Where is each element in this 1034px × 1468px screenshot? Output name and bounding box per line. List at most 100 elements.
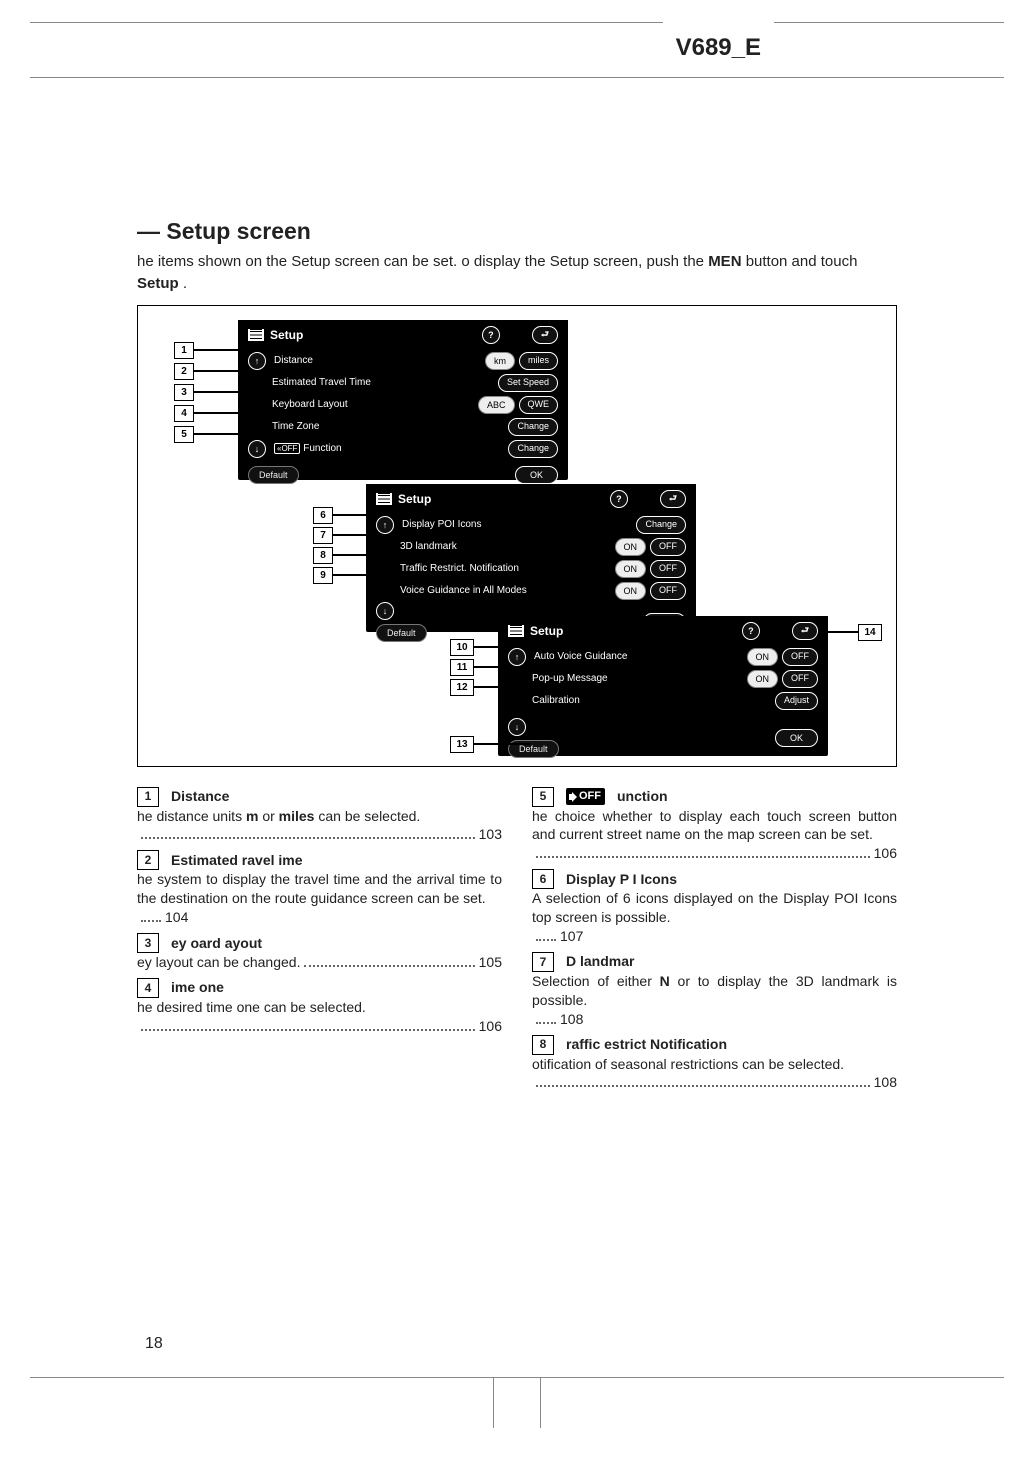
item-title: raffic estrict Notification <box>566 1035 727 1054</box>
row-label: Estimated Travel Time <box>272 377 490 388</box>
off-button[interactable]: OFF <box>782 670 818 688</box>
default-button[interactable]: Default <box>248 466 299 484</box>
item-number: 3 <box>137 933 159 953</box>
list-icon <box>248 329 264 341</box>
off-button[interactable]: OFF <box>650 582 686 600</box>
callout-12: 12 <box>450 679 540 696</box>
poi-change-button[interactable]: Change <box>636 516 686 534</box>
setup-row-voice: Voice Guidance in All Modes ON OFF <box>366 580 696 602</box>
off-button[interactable]: OFF <box>650 560 686 578</box>
item-title: Estimated ravel ime <box>171 851 303 870</box>
list-icon <box>508 625 524 637</box>
model-label: V689_E <box>663 21 774 75</box>
on-button[interactable]: ON <box>615 538 647 556</box>
description-columns: 1 Distance he distance units m or miles … <box>137 781 897 1093</box>
setup-row-calibration: Calibration Adjust <box>498 690 828 712</box>
qwe-button[interactable]: QWE <box>519 396 559 414</box>
row-label: Display POI Icons <box>402 519 628 530</box>
row-label: Auto Voice Guidance <box>534 651 739 662</box>
page-ref: 103 <box>137 825 502 844</box>
item-head-3: 3 ey oard ayout <box>137 933 502 953</box>
callout-13: 13 <box>450 736 530 753</box>
distance-miles-button[interactable]: miles <box>519 352 558 370</box>
item-body: Selection of either N or to display the … <box>532 972 897 1010</box>
item-number: 5 <box>532 787 554 807</box>
item-title: Display P I Icons <box>566 870 677 889</box>
timezone-change-button[interactable]: Change <box>508 418 558 436</box>
setup-row-poi: ↑ Display POI Icons Change <box>366 514 696 536</box>
item-body: he desired time one can be selected. <box>137 998 502 1017</box>
section-title: — Setup screen <box>137 218 897 245</box>
page-ref: 108 <box>532 1073 897 1092</box>
callout-4: 4 <box>174 405 282 422</box>
ok-button[interactable]: OK <box>775 729 818 747</box>
adjust-button[interactable]: Adjust <box>775 692 818 710</box>
off-button[interactable]: OFF <box>650 538 686 556</box>
item-title: ey oard ayout <box>171 934 262 953</box>
footer-rule <box>30 1377 1004 1428</box>
off-badge: «OFFOFF <box>566 788 605 805</box>
callout-11: 11 <box>450 659 540 676</box>
list-icon <box>376 493 392 505</box>
back-button[interactable]: ⮐ <box>660 490 686 508</box>
item-title: unction <box>617 787 668 806</box>
scroll-down-icon[interactable]: ↓ <box>508 718 526 736</box>
on-button[interactable]: ON <box>615 582 647 600</box>
back-button[interactable]: ⮐ <box>532 326 558 344</box>
callout-10: 10 <box>450 639 530 656</box>
row-label: Distance <box>274 355 477 366</box>
setup-row-keyboard: Keyboard Layout ABC QWE <box>238 394 568 416</box>
abc-button[interactable]: ABC <box>478 396 515 414</box>
item-body: he system to display the travel time and… <box>137 870 502 908</box>
function-change-button[interactable]: Change <box>508 440 558 458</box>
callout-7: 7 <box>313 527 409 544</box>
column-left: 1 Distance he distance units m or miles … <box>137 781 502 1093</box>
lead-text: button and touch <box>746 253 858 270</box>
callout-3: 3 <box>174 384 282 401</box>
scroll-down-icon[interactable]: ↓ <box>376 602 394 620</box>
row-label: Time Zone <box>272 421 500 432</box>
section-lead: he items shown on the Setup screen can b… <box>137 251 897 295</box>
ok-button[interactable]: OK <box>515 466 558 484</box>
figure: Setup ? ⮐ ↑ Distance km miles Estimated … <box>137 305 897 767</box>
item-head-6: 6 Display P I Icons <box>532 869 897 889</box>
back-button[interactable]: ⮐ <box>792 622 818 640</box>
item-head-5: 5 «OFFOFF unction <box>532 787 897 807</box>
item-body: ey layout can be changed.105 <box>137 953 502 972</box>
setup-touch-label: Setup <box>137 275 183 292</box>
page-ref: 108 <box>532 1010 897 1029</box>
row-label: Voice Guidance in All Modes <box>400 585 607 596</box>
column-right: 5 «OFFOFF unction he choice whether to d… <box>532 781 897 1093</box>
default-button[interactable]: Default <box>376 624 427 642</box>
off-button[interactable]: OFF <box>782 648 818 666</box>
panel-title-bar: Setup ? ⮐ <box>498 616 828 646</box>
lead-text: he items shown on the Setup screen can b… <box>137 253 708 270</box>
item-title: D landmar <box>566 952 634 971</box>
setup-row-off-function: ↓ «OFF Function Change <box>238 438 568 460</box>
distance-km-button[interactable]: km <box>485 352 515 370</box>
setup-row-distance: ↑ Distance km miles <box>238 350 568 372</box>
setup-panel-3: Setup ? ⮐ ↑ Auto Voice Guidance ON OFF P… <box>498 616 828 756</box>
page-number: 18 <box>145 1335 163 1353</box>
callout-2: 2 <box>174 363 282 380</box>
setup-row-timezone: Time Zone Change <box>238 416 568 438</box>
callout-5: 5 <box>174 426 272 443</box>
set-speed-button[interactable]: Set Speed <box>498 374 558 392</box>
item-number: 1 <box>137 787 159 807</box>
item-number: 4 <box>137 978 159 998</box>
panel-title-bar: Setup ? ⮐ <box>366 484 696 514</box>
item-body: he choice whether to display each touch … <box>532 807 897 845</box>
menu-button-label: MEN <box>708 253 746 270</box>
setup-row-autovoice: ↑ Auto Voice Guidance ON OFF <box>498 646 828 668</box>
on-button[interactable]: ON <box>615 560 647 578</box>
callout-8: 8 <box>313 547 409 564</box>
on-button[interactable]: ON <box>747 648 779 666</box>
help-icon[interactable]: ? <box>610 490 628 508</box>
item-body: otification of seasonal restrictions can… <box>532 1055 897 1074</box>
help-icon[interactable]: ? <box>482 326 500 344</box>
speaker-icon <box>569 793 577 801</box>
row-label: Pop-up Message <box>532 673 739 684</box>
item-number: 2 <box>137 850 159 870</box>
on-button[interactable]: ON <box>747 670 779 688</box>
help-icon[interactable]: ? <box>742 622 760 640</box>
